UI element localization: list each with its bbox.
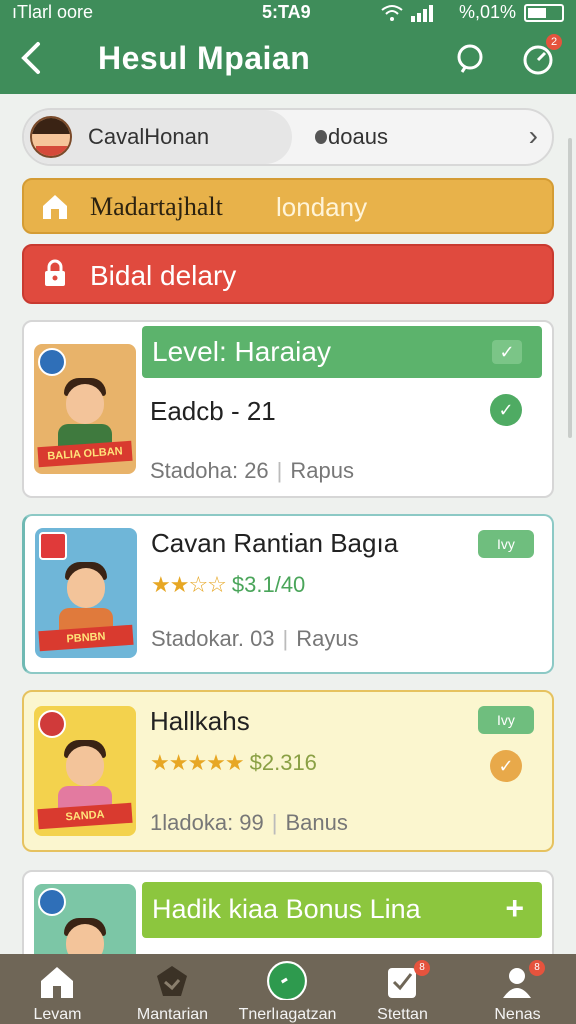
- card-meta-bonus: Banus: [285, 810, 348, 835]
- check-icon: ✓: [490, 394, 522, 426]
- card-meta: 1ladoka: 99 | Banus: [150, 810, 348, 835]
- bonus-label: Hadik kiaa Bonus Lina: [152, 894, 421, 924]
- profile-section: CavalHonan: [24, 110, 292, 164]
- card-meta-status: 1ladoka: 99: [150, 810, 264, 835]
- card-thumbnail: BALIA OLBAN: [34, 344, 136, 474]
- search-button[interactable]: [452, 42, 488, 78]
- thumbnail-ribbon: BALIA OLBAN: [37, 440, 133, 468]
- nav-item-profile[interactable]: 8 Nenas: [460, 954, 575, 1024]
- card-thumbnail: SANDA: [34, 706, 136, 836]
- card-thumbnail: PBNBN: [35, 528, 137, 658]
- status-bar: ıTlarl oore 5:TA9 %,01%: [0, 0, 576, 28]
- home-icon: [41, 967, 73, 998]
- nav-label: Stettan: [377, 1006, 428, 1023]
- battery-percent: %,01%: [458, 2, 516, 22]
- chevron-down-icon[interactable]: ✓: [492, 340, 522, 364]
- carrier-label: ıTlarl oore: [12, 2, 94, 22]
- level-card[interactable]: BALIA OLBAN Level: Haraiay ✓ Eadcb - 21 …: [22, 320, 554, 498]
- check-icon: ✓: [490, 750, 522, 782]
- padlock-icon: [45, 259, 65, 286]
- card-meta-status: Stadokar. 03: [151, 626, 275, 651]
- notification-badge: 2: [546, 34, 562, 50]
- card-meta: Stadokar. 03 | Rayus: [151, 626, 359, 651]
- profile-name: CavalHonan: [88, 124, 210, 149]
- main-content: CavalHonan doaus › Madartajhalt londany …: [0, 94, 576, 990]
- banner-yellow-subtitle: londany: [276, 192, 368, 222]
- card-title: Cavan Rantian Bagıa: [151, 528, 399, 558]
- card-meta-status: Stadoha: 26: [150, 458, 269, 483]
- banner-red[interactable]: Bidal delary: [22, 244, 554, 304]
- status-badge[interactable]: Ivy: [478, 530, 534, 558]
- nav-label: Levam: [33, 1006, 82, 1023]
- thumbnail-ribbon: SANDA: [37, 802, 133, 830]
- search-icon: [457, 44, 483, 73]
- card-title: Eadcb - 21: [150, 396, 276, 426]
- card-meta: Stadoha: 26 | Rapus: [150, 458, 354, 483]
- home-icon: [43, 195, 67, 219]
- plus-icon[interactable]: +: [505, 890, 524, 927]
- status-badge[interactable]: Ivy: [478, 706, 534, 734]
- nav-item-center[interactable]: Tnerlıagatzan: [230, 954, 345, 1024]
- page-title: Hesul Mpaian: [98, 40, 311, 76]
- arrow-left-icon: [21, 42, 40, 74]
- notification-badge: 8: [414, 960, 430, 976]
- nav-label: Tnerlıagatzan: [238, 1006, 337, 1023]
- bonus-bar: Hadik kiaa Bonus Lina +: [142, 882, 542, 938]
- check-circle-icon: [267, 961, 307, 1000]
- level-label: Level: Haraiay: [152, 336, 331, 367]
- shield-icon: [157, 966, 187, 996]
- rating: ★★★★★ $2.316: [150, 750, 317, 776]
- banner-red-title: Bidal delary: [90, 260, 237, 291]
- nav-item-maintenance[interactable]: Mantarian: [115, 954, 230, 1024]
- back-button[interactable]: [16, 38, 56, 82]
- battery-icon: [524, 3, 564, 22]
- banner-yellow-title: Madartajhalt: [90, 192, 223, 221]
- app-bar: Hesul Mpaian 2: [0, 28, 576, 94]
- stats-button[interactable]: 2: [520, 34, 562, 78]
- card-title: Hallkahs: [150, 706, 250, 736]
- bottom-nav: Levam Mantarian Tnerlıagatzan 8 Stettan …: [0, 954, 576, 1024]
- nav-label: Mantarian: [136, 1006, 209, 1023]
- signal-icon: [410, 4, 433, 22]
- chevron-right-icon: ›: [528, 120, 538, 151]
- offer-card[interactable]: PBNBN Cavan Rantian Bagıa Ivy ★★☆☆ $3.1/4…: [22, 514, 554, 674]
- profile-bonus-label: doaus: [328, 124, 388, 149]
- rating: ★★☆☆ $3.1/40: [151, 572, 305, 598]
- offer-card[interactable]: SANDA Hallkahs Ivy ✓ ★★★★★ $2.316 1ladoka…: [22, 690, 554, 852]
- status-icons: %,01%: [381, 2, 564, 23]
- price: $2.316: [249, 750, 317, 775]
- price: $3.1/40: [231, 572, 306, 597]
- avatar: [30, 116, 72, 158]
- notification-badge: 8: [529, 960, 545, 976]
- card-meta-bonus: Rayus: [296, 626, 359, 651]
- card-meta-bonus: Rapus: [290, 458, 354, 483]
- thumbnail-ribbon: PBNBN: [38, 624, 134, 652]
- nav-label: Nenas: [494, 1006, 541, 1023]
- nav-item-settings[interactable]: 8 Stettan: [345, 954, 460, 1024]
- clock: 5:TA9: [262, 2, 311, 22]
- star-rating: ★★★★★: [150, 750, 245, 775]
- profile-bonus: doaus: [314, 124, 388, 150]
- nav-item-home[interactable]: Levam: [0, 954, 115, 1024]
- profile-selector[interactable]: CavalHonan doaus ›: [22, 108, 554, 166]
- coin-icon: [315, 130, 327, 144]
- level-bar: Level: Haraiay ✓: [142, 326, 542, 378]
- banner-yellow[interactable]: Madartajhalt londany: [22, 178, 554, 234]
- wifi-icon: [381, 4, 403, 21]
- star-rating: ★★☆☆: [151, 572, 227, 597]
- scrollbar[interactable]: [568, 138, 572, 438]
